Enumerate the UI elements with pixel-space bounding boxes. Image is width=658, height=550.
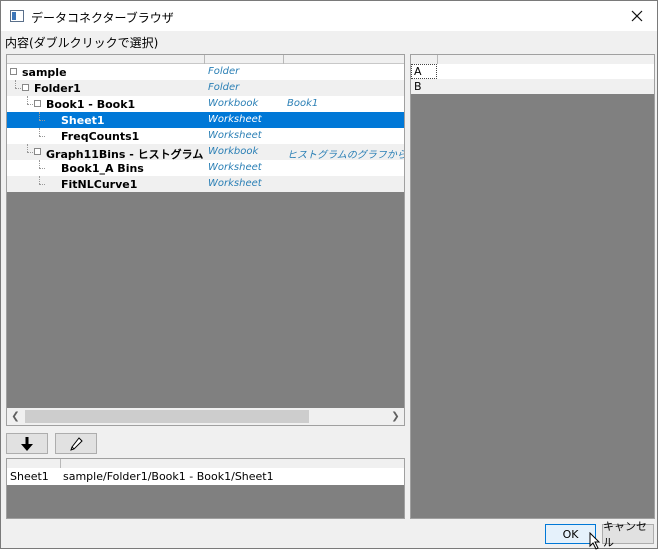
tree-rows: sample Folder Folder1 Folder Book1 - Book1 Wo… xyxy=(7,64,404,192)
tree-connector-line xyxy=(39,120,45,121)
data-connector-browser-dialog: データコネクターブラウザ 内容(ダブルクリックで選択) sample Folder… xyxy=(0,0,658,550)
horizontal-scrollbar[interactable]: ❮ ❯ xyxy=(7,408,404,425)
tree-connector-line xyxy=(27,96,28,104)
tree-connector-line xyxy=(15,88,21,89)
scroll-left-arrow-icon[interactable]: ❮ xyxy=(7,408,24,425)
scroll-thumb[interactable] xyxy=(25,410,309,423)
tree-item-name: Sheet1 xyxy=(61,114,105,127)
selection-list[interactable]: Sheet1 sample/Folder1/Book1 - Book1/Shee… xyxy=(6,458,405,519)
add-selection-button[interactable] xyxy=(6,433,48,454)
tree-item[interactable]: Graph11Bins - ヒストグラム(Workbook ヒストグラムのグラフか… xyxy=(7,144,404,161)
tree-connector-line xyxy=(39,136,45,137)
tree-item[interactable]: FreqCounts1 Worksheet xyxy=(7,128,404,144)
close-button[interactable] xyxy=(617,1,657,31)
tree-connector-line xyxy=(39,176,40,184)
columns-header xyxy=(411,55,654,64)
tree-item-name: FitNLCurve1 xyxy=(61,178,138,191)
tree-header-divider[interactable] xyxy=(283,55,284,64)
tree-connector-line xyxy=(39,112,40,120)
tree-connector-line xyxy=(27,144,28,152)
pencil-icon xyxy=(70,436,83,451)
column-name: A xyxy=(414,65,422,78)
tree-connector-line xyxy=(27,104,33,105)
tree-item[interactable]: FitNLCurve1 Worksheet xyxy=(7,176,404,192)
scroll-right-arrow-icon[interactable]: ❯ xyxy=(387,408,404,425)
window-title: データコネクターブラウザ xyxy=(31,11,174,25)
tree-expander-icon[interactable] xyxy=(22,84,29,91)
tree-connector-line xyxy=(15,80,16,88)
column-row[interactable]: A xyxy=(411,64,654,79)
cancel-button[interactable]: キャンセル xyxy=(602,520,654,549)
tree-item-type: Worksheet xyxy=(208,130,262,141)
title-bar: データコネクターブラウザ xyxy=(1,1,657,31)
tree-item-name: sample xyxy=(22,66,67,79)
tree-expander-icon[interactable] xyxy=(34,100,41,107)
app-icon xyxy=(10,10,24,22)
tree-item-name: Folder1 xyxy=(34,82,81,95)
tree-item-description: Book1 xyxy=(287,98,319,109)
tree-item[interactable]: sample Folder xyxy=(7,64,404,80)
mouse-cursor-icon xyxy=(589,532,601,550)
tree-item-type: Folder xyxy=(208,66,240,77)
selection-path: sample/Folder1/Book1 - Book1/Sheet1 xyxy=(63,470,274,483)
tree-expander-icon[interactable] xyxy=(34,148,41,155)
tree-item[interactable]: Book1_A Bins Worksheet xyxy=(7,160,404,176)
arrow-down-icon xyxy=(21,436,33,451)
tree-item-description: ヒストグラムのグラフからフィ xyxy=(287,150,404,161)
tree-connector-line xyxy=(39,128,40,136)
selection-row[interactable]: Sheet1 sample/Folder1/Book1 - Book1/Shee… xyxy=(7,468,404,485)
tree-item-type: Workbook xyxy=(208,98,259,109)
tree-item-type: Worksheet xyxy=(208,114,262,125)
tree-connector-line xyxy=(27,152,33,153)
tree-expander-icon[interactable] xyxy=(10,68,17,75)
columns-panel[interactable]: A B xyxy=(410,54,655,519)
selection-header xyxy=(7,459,404,468)
tree-header xyxy=(7,55,404,64)
column-row[interactable]: B xyxy=(411,79,654,94)
tree-item[interactable]: Sheet1 Worksheet xyxy=(7,112,404,128)
tree-header-divider[interactable] xyxy=(204,55,205,64)
column-name: B xyxy=(414,80,422,93)
contents-label: 内容(ダブルクリックで選択) xyxy=(5,36,159,50)
tree-item[interactable]: Book1 - Book1 Workbook Book1 xyxy=(7,96,404,112)
close-icon xyxy=(631,10,643,22)
edit-button[interactable] xyxy=(55,433,97,454)
columns-header-divider[interactable] xyxy=(437,55,438,64)
selection-sheet: Sheet1 xyxy=(10,470,49,483)
tree-item-type: Worksheet xyxy=(208,178,262,189)
tree-connector-line xyxy=(39,184,45,185)
tree-item-type: Workbook xyxy=(208,146,259,157)
tree-item-type: Folder xyxy=(208,82,240,93)
tree-item-name: FreqCounts1 xyxy=(61,130,140,143)
tree-item-name: Book1_A Bins xyxy=(61,162,144,175)
selection-header-divider[interactable] xyxy=(60,459,61,468)
tree-connector-line xyxy=(39,168,45,169)
tree-item[interactable]: Folder1 Folder xyxy=(7,80,404,96)
tree-connector-line xyxy=(39,160,40,168)
tree-item-type: Worksheet xyxy=(208,162,262,173)
tree-view[interactable]: sample Folder Folder1 Folder Book1 - Book1 Wo… xyxy=(6,54,405,426)
tree-item-name: Book1 - Book1 xyxy=(46,98,136,111)
